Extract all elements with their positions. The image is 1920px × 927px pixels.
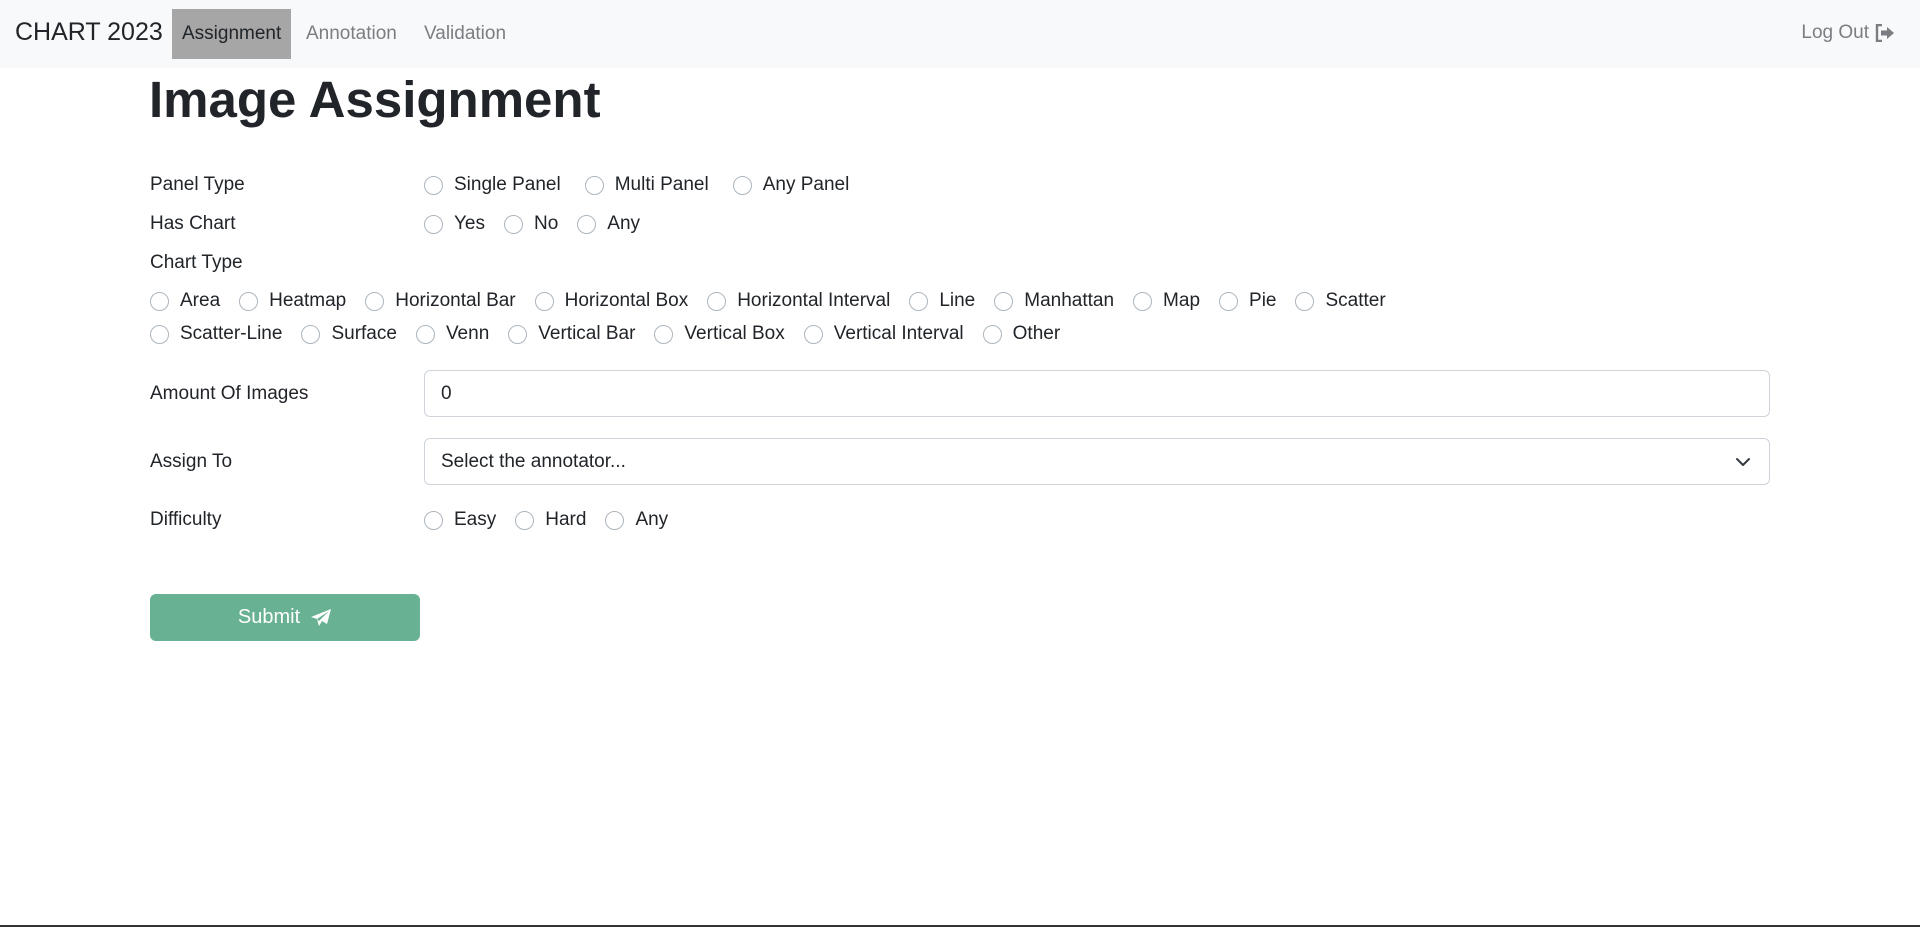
radio-circle[interactable]: [1219, 291, 1239, 311]
radio-circle[interactable]: [654, 324, 674, 344]
radio-circle[interactable]: [994, 291, 1014, 311]
radio-chart-horizontal-box[interactable]: Horizontal Box: [534, 290, 688, 312]
radio-chart-vertical-bar[interactable]: Vertical Bar: [508, 323, 635, 345]
assign-to-selected: Select the annotator...: [441, 451, 626, 472]
radio-single-panel[interactable]: Single Panel: [424, 174, 561, 196]
radio-circle[interactable]: [1295, 291, 1315, 311]
radio-chart-manhattan[interactable]: Manhattan: [994, 290, 1114, 312]
logout-label: Log Out: [1801, 22, 1869, 43]
amount-input[interactable]: 0: [424, 370, 1770, 417]
radio-circle[interactable]: [534, 291, 554, 311]
radio-circle[interactable]: [707, 291, 727, 311]
radio-has-chart-no[interactable]: No: [504, 213, 558, 235]
radio-circle[interactable]: [584, 175, 604, 195]
radio-multi-panel[interactable]: Multi Panel: [584, 174, 709, 196]
nav-assignment[interactable]: Assignment: [172, 9, 292, 59]
submit-label: Submit: [237, 606, 301, 628]
radio-chart-line[interactable]: Line: [909, 290, 975, 312]
chart-type-label: Chart Type: [150, 252, 243, 273]
radio-has-chart-yes[interactable]: Yes: [424, 213, 485, 235]
difficulty-group: Easy Hard Any: [424, 509, 668, 531]
assign-to-select[interactable]: Select the annotator...: [424, 438, 1770, 485]
assign-to-label: Assign To: [150, 451, 233, 472]
paper-plane-icon: [311, 608, 332, 626]
radio-circle[interactable]: [515, 510, 535, 530]
brand-link[interactable]: CHART 2023: [15, 18, 163, 47]
amount-label: Amount Of Images: [150, 383, 309, 404]
has-chart-group: Yes No Any: [424, 213, 640, 235]
radio-difficulty-any[interactable]: Any: [605, 509, 668, 531]
radio-circle[interactable]: [1133, 291, 1153, 311]
radio-circle[interactable]: [424, 214, 443, 234]
radio-chart-heatmap[interactable]: Heatmap: [239, 290, 346, 312]
radio-circle[interactable]: [150, 291, 169, 311]
radio-circle[interactable]: [415, 324, 435, 344]
radio-chart-vertical-interval[interactable]: Vertical Interval: [803, 323, 964, 345]
submit-button[interactable]: Submit: [150, 594, 420, 641]
radio-circle[interactable]: [577, 214, 597, 234]
chart-type-row-1: Area Heatmap Horizontal Bar Horizontal B…: [150, 290, 1386, 312]
radio-difficulty-easy[interactable]: Easy: [424, 509, 496, 531]
panel-type-label: Panel Type: [150, 174, 245, 195]
radio-circle[interactable]: [239, 291, 259, 311]
sign-out-icon: [1875, 24, 1894, 42]
radio-chart-venn[interactable]: Venn: [415, 323, 489, 345]
radio-chart-area[interactable]: Area: [150, 290, 220, 312]
radio-circle[interactable]: [424, 175, 443, 195]
radio-chart-horizontal-bar[interactable]: Horizontal Bar: [365, 290, 516, 312]
radio-circle[interactable]: [508, 324, 528, 344]
radio-chart-pie[interactable]: Pie: [1219, 290, 1276, 312]
page-title: Image Assignment: [149, 71, 601, 128]
chevron-down-icon: [1736, 458, 1750, 466]
radio-circle[interactable]: [424, 510, 443, 530]
radio-circle[interactable]: [504, 214, 523, 234]
radio-chart-map[interactable]: Map: [1133, 290, 1200, 312]
radio-has-chart-any[interactable]: Any: [577, 213, 640, 235]
radio-chart-horizontal-interval[interactable]: Horizontal Interval: [707, 290, 890, 312]
panel-type-group: Single Panel Multi Panel Any Panel: [424, 174, 849, 196]
radio-circle[interactable]: [605, 510, 625, 530]
nav-annotation[interactable]: Annotation: [296, 9, 407, 59]
radio-chart-other[interactable]: Other: [982, 323, 1060, 345]
radio-circle[interactable]: [803, 324, 823, 344]
radio-circle[interactable]: [301, 324, 321, 344]
radio-circle[interactable]: [909, 291, 929, 311]
radio-circle[interactable]: [982, 324, 1002, 344]
radio-chart-surface[interactable]: Surface: [301, 323, 397, 345]
navbar: CHART 2023 Assignment Annotation Validat…: [0, 0, 1920, 68]
nav-validation[interactable]: Validation: [414, 9, 516, 59]
radio-circle[interactable]: [150, 324, 169, 344]
radio-circle[interactable]: [365, 291, 385, 311]
difficulty-label: Difficulty: [150, 509, 222, 530]
logout-button[interactable]: Log Out: [1801, 22, 1895, 44]
radio-chart-vertical-box[interactable]: Vertical Box: [654, 323, 785, 345]
radio-any-panel[interactable]: Any Panel: [732, 174, 849, 196]
radio-chart-scatter-line[interactable]: Scatter-Line: [150, 323, 282, 345]
chart-type-row-2: Scatter-Line Surface Venn Vertical Bar V…: [150, 323, 1060, 345]
radio-circle[interactable]: [732, 175, 752, 195]
radio-difficulty-hard[interactable]: Hard: [515, 509, 586, 531]
has-chart-label: Has Chart: [150, 213, 236, 234]
radio-chart-scatter[interactable]: Scatter: [1295, 290, 1386, 312]
